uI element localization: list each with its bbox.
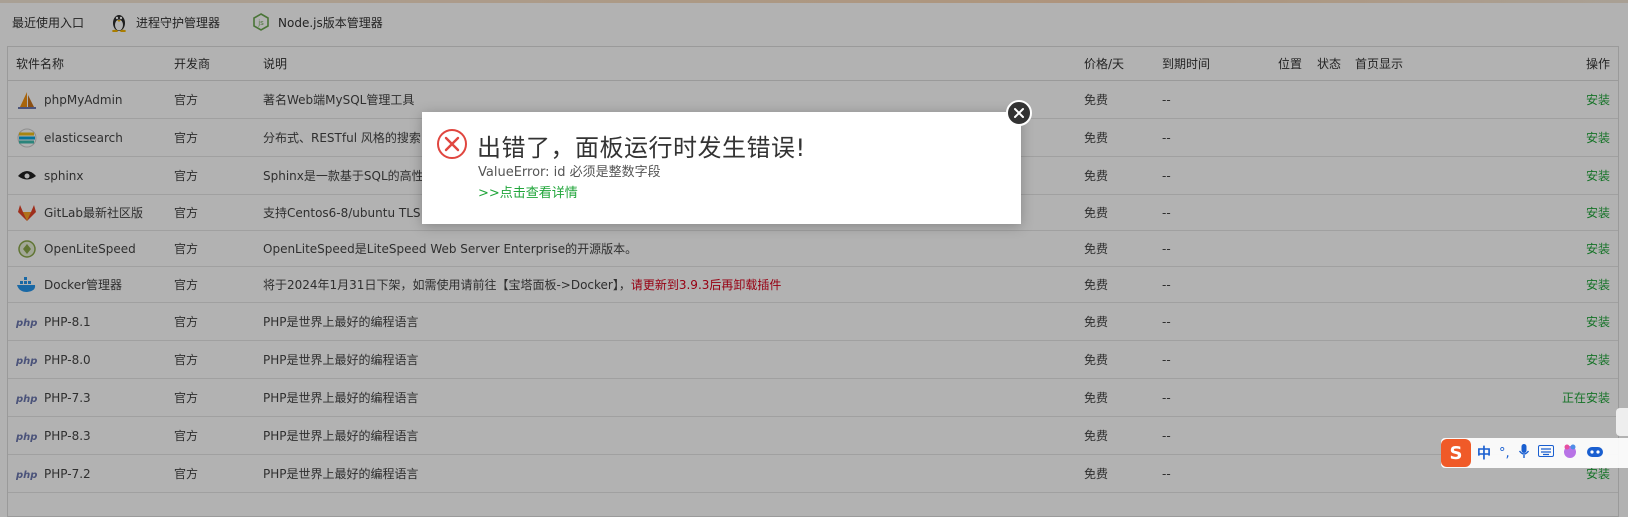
side-scroll-tab[interactable]	[1616, 408, 1628, 436]
error-dialog: 出错了，面板运行时发生错误! ValueError: id 必须是整数字段 >>…	[422, 112, 1021, 224]
error-detail: ValueError: id 必须是整数字段	[478, 165, 661, 180]
close-icon	[1014, 108, 1024, 118]
sogou-logo-icon[interactable]: S	[1441, 439, 1471, 467]
skin-icon[interactable]	[1562, 443, 1578, 463]
error-title: 出错了，面板运行时发生错误!	[477, 134, 806, 162]
error-x-icon	[436, 128, 468, 160]
ime-lang-toggle[interactable]: 中	[1477, 443, 1491, 463]
ime-punct-toggle[interactable]: °,	[1499, 446, 1510, 461]
view-details-link[interactable]: >>点击查看详情	[478, 182, 578, 201]
dialog-close-button[interactable]	[1006, 100, 1032, 126]
microphone-icon[interactable]	[1518, 443, 1530, 463]
keyboard-icon[interactable]	[1537, 445, 1554, 461]
modal-overlay[interactable]	[0, 0, 1628, 517]
robot-icon[interactable]	[1586, 444, 1604, 462]
ime-toolbar: S 中 °,	[1441, 438, 1628, 468]
